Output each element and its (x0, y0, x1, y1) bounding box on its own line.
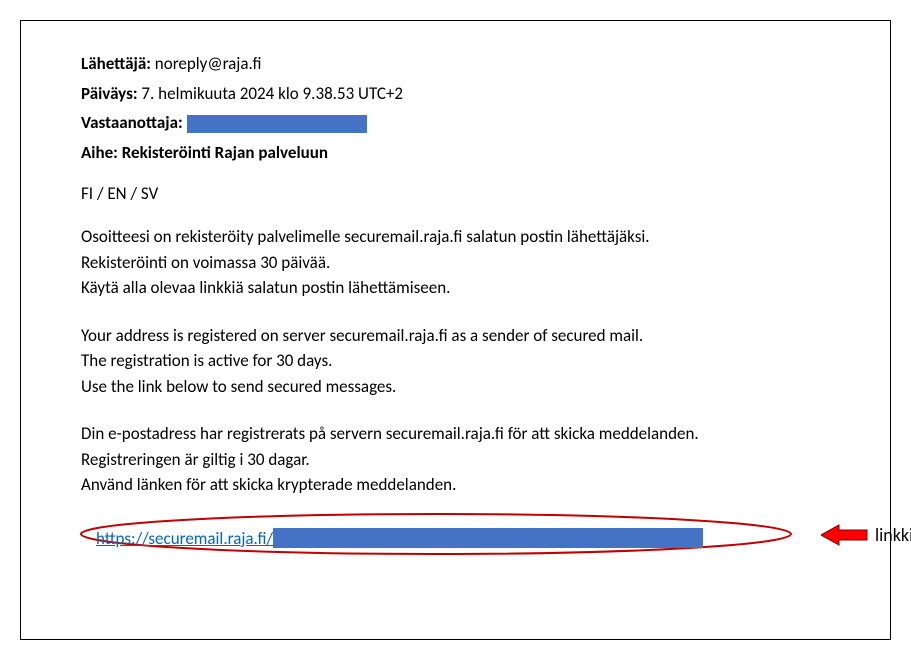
recipient-label: Vastaanottaja: (81, 112, 187, 133)
from-line: Lähettäjä: noreply@raja.fi (81, 51, 840, 77)
body-swedish: Din e-postadress har registrerats på ser… (81, 421, 840, 498)
arrow-left-icon (821, 523, 869, 547)
date-value: 7. helmikuuta 2024 klo 9.38.53 UTC+2 (138, 83, 403, 104)
recipient-redaction (187, 115, 367, 133)
email-frame: Lähettäjä: noreply@raja.fi Päiväys: 7. h… (20, 20, 891, 640)
annotation-label: linkki (875, 524, 911, 546)
language-indicator: FI / EN / SV (81, 183, 840, 204)
sv-line2: Registreringen är giltig i 30 dagar. (81, 447, 840, 473)
link-area: https://securemail.raja.fi/ linkki (81, 520, 840, 570)
from-label: Lähettäjä: (81, 53, 151, 74)
date-line: Päiväys: 7. helmikuuta 2024 klo 9.38.53 … (81, 81, 840, 107)
fi-line2: Rekisteröinti on voimassa 30 päivää. (81, 250, 840, 276)
date-label: Päiväys: (81, 83, 138, 104)
from-value: noreply@raja.fi (151, 53, 262, 74)
annotation: linkki (821, 523, 911, 547)
link-redaction (273, 528, 703, 548)
en-line1: Your address is registered on server sec… (81, 323, 840, 349)
link-row[interactable]: https://securemail.raja.fi/ (96, 528, 703, 549)
subject-line: Aihe: Rekisteröinti Rajan palveluun (81, 140, 840, 166)
secure-link[interactable]: https://securemail.raja.fi/ (96, 528, 273, 549)
en-line3: Use the link below to send secured messa… (81, 374, 840, 400)
fi-line1: Osoitteesi on rekisteröity palvelimelle … (81, 224, 840, 250)
en-line2: The registration is active for 30 days. (81, 348, 840, 374)
subject-value: Rekisteröinti Rajan palveluun (122, 142, 328, 163)
sv-line3: Använd länken för att skicka krypterade … (81, 472, 840, 498)
body-finnish: Osoitteesi on rekisteröity palvelimelle … (81, 224, 840, 301)
sv-line1: Din e-postadress har registrerats på ser… (81, 421, 840, 447)
recipient-line: Vastaanottaja: (81, 110, 840, 136)
subject-label: Aihe: (81, 142, 122, 163)
fi-line3: Käytä alla olevaa linkkiä salatun postin… (81, 275, 840, 301)
body-english: Your address is registered on server sec… (81, 323, 840, 400)
